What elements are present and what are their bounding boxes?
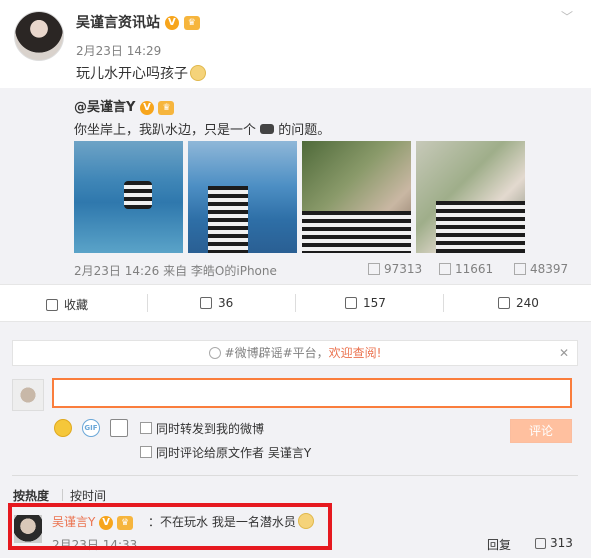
sort-by-time-tab[interactable]: 按时间: [70, 487, 106, 504]
reply-button[interactable]: 回复: [487, 536, 511, 553]
submit-comment-button[interactable]: 评论: [510, 419, 572, 443]
close-icon[interactable]: ✕: [559, 341, 569, 365]
repost-comment-count[interactable]: 11661: [439, 262, 493, 276]
sunglasses-emoji-icon: [260, 124, 275, 134]
member-crown-icon: ♛: [158, 100, 175, 115]
forward-checkbox-label[interactable]: 同时转发到我的微博: [156, 420, 264, 437]
photo-figure: [436, 201, 525, 253]
repost-meta[interactable]: 2月23日 14:26 来自 李皓O的iPhone: [74, 262, 277, 279]
like-count: 240: [516, 296, 539, 310]
post-time[interactable]: 2月23日 14:29: [76, 42, 161, 59]
photo-figure: [208, 186, 248, 253]
repost-text-after: 的问题。: [278, 123, 331, 138]
like-button[interactable]: 240: [498, 296, 539, 310]
comment-author-checkbox-label[interactable]: 同时评论给原文作者 吴谨言Y: [156, 444, 311, 461]
comment-author-checkbox[interactable]: [140, 446, 152, 458]
comment-count-label: 11661: [455, 262, 494, 276]
post-text: 玩儿水开心吗孩子: [76, 66, 188, 82]
forward-button[interactable]: 36: [200, 296, 233, 310]
notice-text: #微博辟谣#平台，: [224, 346, 329, 360]
sort-divider: [62, 489, 63, 501]
forward-checkbox[interactable]: [140, 422, 152, 434]
comment-count: 157: [363, 296, 386, 310]
repost-like-count[interactable]: 48397: [514, 262, 568, 276]
action-divider: [147, 294, 148, 312]
dropdown-arrow-icon[interactable]: ﹀: [561, 10, 573, 24]
repost-photo-1[interactable]: [74, 141, 183, 253]
forward-count: 36: [218, 296, 234, 310]
favorite-label: 收藏: [64, 298, 89, 312]
thumbs-up-icon: [514, 263, 526, 275]
action-divider: [443, 294, 444, 312]
action-divider: [295, 294, 296, 312]
highlight-annotation-box: [8, 503, 332, 550]
repost-photo-4[interactable]: [416, 141, 525, 253]
photo-figure: [124, 181, 152, 209]
repost-author[interactable]: @吴谨言Y: [74, 100, 135, 115]
thumbs-up-icon: [535, 538, 546, 549]
sort-by-heat-tab[interactable]: 按热度: [13, 487, 49, 504]
photo-figure: [302, 211, 411, 253]
section-divider: [12, 475, 578, 476]
favorite-button[interactable]: 收藏: [46, 296, 88, 313]
image-icon[interactable]: [110, 419, 128, 437]
notice-link[interactable]: 欢迎查阅!: [329, 346, 382, 360]
info-icon: [208, 347, 221, 359]
repost-photo-3[interactable]: [302, 141, 411, 253]
repost-share-count[interactable]: 97313: [368, 262, 422, 276]
post-text-row: 玩儿水开心吗孩子: [76, 63, 206, 83]
thumbs-up-icon: [498, 297, 510, 309]
repost-author-row: @吴谨言Y V ♛: [74, 96, 175, 115]
comment-like-button[interactable]: 313: [535, 536, 573, 550]
comment-icon: [439, 263, 451, 275]
share-icon: [200, 297, 212, 309]
like-count-label: 48397: [530, 262, 569, 276]
author-name-row: 吴谨言资讯站 V ♛: [76, 12, 200, 32]
current-user-avatar[interactable]: [12, 379, 44, 411]
author-avatar[interactable]: [14, 11, 64, 61]
comment-like-count: 313: [550, 536, 573, 550]
member-crown-icon: ♛: [183, 16, 200, 30]
comment-input[interactable]: [52, 378, 572, 408]
doge-emoji-icon: [190, 65, 206, 81]
star-icon: [46, 299, 58, 311]
repost-text-before: 你坐岸上，我趴水边，只是一个: [74, 123, 257, 138]
verified-badge-icon: V: [164, 16, 179, 30]
rumor-notice-bar: #微博辟谣#平台，欢迎查阅! ✕: [12, 340, 578, 366]
author-name[interactable]: 吴谨言资讯站: [76, 15, 160, 31]
share-icon: [368, 263, 380, 275]
repost-text-row: 你坐岸上，我趴水边，只是一个 的问题。: [74, 119, 330, 138]
comment-icon: [345, 297, 357, 309]
post-menu-row: ﹀: [561, 8, 573, 25]
repost-photo-2[interactable]: [188, 141, 297, 253]
verified-badge-icon: V: [139, 100, 154, 115]
comment-button[interactable]: 157: [345, 296, 386, 310]
gif-icon[interactable]: GIF: [82, 419, 100, 437]
share-count-label: 97313: [384, 262, 423, 276]
smiley-emoji-icon[interactable]: [54, 419, 72, 437]
